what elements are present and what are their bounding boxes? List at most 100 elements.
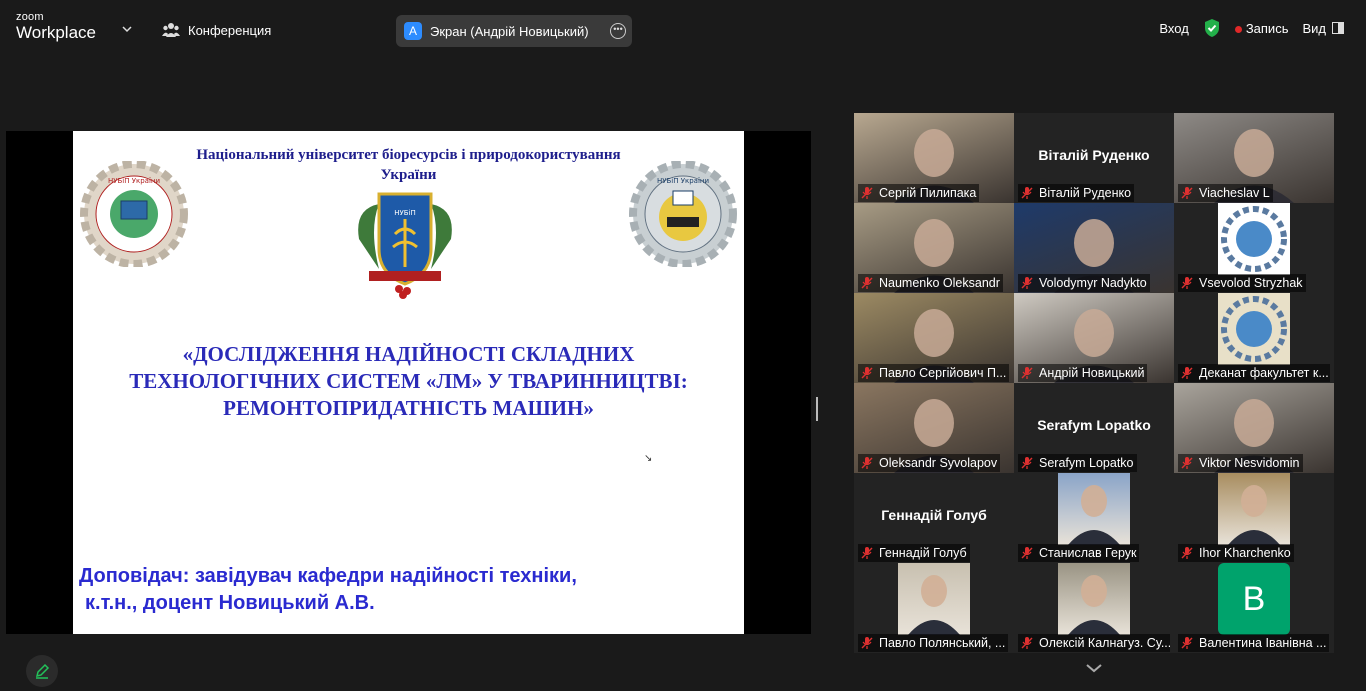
mic-muted-icon (860, 636, 879, 650)
shield-check-icon[interactable] (1203, 18, 1221, 38)
slide-title: «ДОСЛІДЖЕННЯ НАДІЙНОСТІ СКЛАДНИХ ТЕХНОЛО… (93, 341, 724, 422)
participant-tile[interactable]: Павло Полянський, ... (854, 563, 1014, 653)
participant-name: Деканат факультет к... (1199, 366, 1329, 380)
people-icon (162, 23, 180, 37)
participant-name-label: Viacheslav L (1178, 184, 1273, 202)
view-button[interactable]: Вид (1302, 21, 1344, 36)
mic-muted-icon (860, 456, 879, 470)
more-options-icon[interactable]: ••• (610, 23, 626, 39)
participant-tile[interactable]: Vsevolod Stryzhak (1174, 203, 1334, 293)
annotate-button[interactable] (26, 655, 58, 687)
zoom-logo: zoom Workplace (16, 11, 96, 42)
presentation-slide: Національний університет біоресурсів і п… (73, 131, 744, 634)
participant-name-label: Деканат факультет к... (1178, 364, 1330, 382)
chevron-down-icon[interactable] (1084, 662, 1104, 674)
screen-share-indicator[interactable]: A Экран (Андрій Новицький) ••• (396, 15, 632, 47)
participant-name: Геннадій Голуб (879, 546, 967, 560)
participant-avatar (1058, 563, 1130, 635)
participant-name-label: Naumenko Oleksandr (858, 274, 1003, 292)
participant-tile[interactable]: Олексій Калнагуз. Су... (1014, 563, 1174, 653)
participant-tile[interactable]: Павло Сергійович П... (854, 293, 1014, 383)
participant-name: Сергій Пилипака (879, 186, 977, 200)
mic-muted-icon (1020, 456, 1039, 470)
participant-name: Станислав Герук (1039, 546, 1137, 560)
mic-muted-icon (1020, 546, 1039, 560)
top-right-controls: Вход Запись Вид (1159, 18, 1344, 38)
participant-name: Віталій Руденко (1039, 186, 1132, 200)
mic-muted-icon (1180, 636, 1199, 650)
participant-name: Ihor Kharchenko (1199, 546, 1291, 560)
slide-title-line: РЕМОНТОПРИДАТНІСТЬ МАШИН» (223, 396, 594, 420)
top-toolbar: zoom Workplace Конференция A Экран (Андр… (0, 0, 1366, 52)
pencil-icon (35, 663, 50, 679)
participant-tile[interactable]: Serafym Lopatko Serafym Lopatko (1014, 383, 1174, 473)
mic-muted-icon (1180, 276, 1199, 290)
participant-display-name: Віталій Руденко (1038, 147, 1150, 163)
shared-screen-area: Національний університет біоресурсів і п… (6, 131, 811, 634)
participant-tile[interactable]: Геннадій Голуб Геннадій Голуб (854, 473, 1014, 563)
mic-muted-icon (1180, 546, 1199, 560)
participant-name: Павло Сергійович П... (879, 366, 1007, 380)
participant-gallery: Сергій Пилипака Віталій Руденко Віталій Ру… (854, 113, 1334, 653)
participant-display-name: Геннадій Голуб (881, 507, 987, 523)
participant-tile[interactable]: Viacheslav L (1174, 113, 1334, 203)
participant-tile[interactable]: Деканат факультет к... (1174, 293, 1334, 383)
participant-name-label: Serafym Lopatko (1018, 454, 1137, 472)
chevron-down-icon[interactable] (122, 24, 132, 34)
participant-tile[interactable]: Oleksandr Syvolapov (854, 383, 1014, 473)
signin-button[interactable]: Вход (1159, 21, 1188, 36)
participant-tile[interactable]: Ihor Kharchenko (1174, 473, 1334, 563)
mic-muted-icon (860, 546, 879, 560)
participant-name: Павло Полянський, ... (879, 636, 1006, 650)
share-label: Экран (Андрій Новицький) (430, 23, 589, 39)
mic-muted-icon (1180, 456, 1199, 470)
participant-tile[interactable]: Сергій Пилипака (854, 113, 1014, 203)
record-dot-icon (1234, 25, 1242, 33)
mouse-cursor-icon: ↘ (644, 453, 653, 464)
panel-resize-handle[interactable] (816, 397, 818, 421)
participant-name-label: Ihor Kharchenko (1178, 544, 1294, 562)
participant-name: Vsevolod Stryzhak (1199, 276, 1303, 290)
participant-name-label: Геннадій Голуб (858, 544, 970, 562)
slide-title-line: «ДОСЛІДЖЕННЯ НАДІЙНОСТІ СКЛАДНИХ (182, 342, 635, 366)
mic-muted-icon (1180, 366, 1199, 380)
participant-tile[interactable]: Viktor Nesvidomin (1174, 383, 1334, 473)
participant-name: Олексій Калнагуз. Су... (1039, 636, 1170, 650)
mic-muted-icon (860, 366, 879, 380)
speaker-line2: к.т.н., доцент Новицький А.В. (85, 592, 375, 614)
record-button[interactable]: Запись (1234, 20, 1289, 36)
grid-view-icon (1332, 22, 1344, 34)
university-coat-of-arms: НУБіП (358, 192, 452, 299)
participant-tile[interactable]: Volodymyr Nadykto (1014, 203, 1174, 293)
participant-name: Андрій Новицький (1039, 366, 1145, 380)
right-emblem-text: НУБіП України (657, 177, 709, 185)
logo-line1: zoom (16, 11, 44, 23)
participant-avatar (1218, 473, 1290, 545)
participant-tile[interactable]: Naumenko Oleksandr (854, 203, 1014, 293)
mic-muted-icon (1020, 186, 1039, 200)
participant-avatar (1218, 293, 1290, 365)
participant-tile[interactable]: Андрій Новицький (1014, 293, 1174, 383)
faculty-gear-logo: НУБіП України (80, 161, 188, 267)
participant-tile[interactable]: Станислав Герук (1014, 473, 1174, 563)
department-gear-logo: НУБіП України (629, 161, 737, 267)
mic-muted-icon (860, 186, 879, 200)
participant-name: Naumenko Oleksandr (879, 276, 1000, 290)
left-emblem-text: НУБіП України (108, 177, 160, 185)
participant-tile[interactable]: Віталій Руденко Віталій Руденко (1014, 113, 1174, 203)
mic-muted-icon (1180, 186, 1199, 200)
record-label: Запись (1245, 20, 1289, 36)
participant-name-label: Андрій Новицький (1018, 364, 1148, 382)
participant-name: Volodymyr Nadykto (1039, 276, 1147, 290)
participant-name-label: Oleksandr Syvolapov (858, 454, 1001, 472)
participant-name: Валентина Іванівна ... (1199, 636, 1327, 650)
participant-name: Viacheslav L (1199, 186, 1270, 200)
participant-tile[interactable]: B Валентина Іванівна ... (1174, 563, 1334, 653)
participant-name-label: Віталій Руденко (1018, 184, 1135, 202)
participant-name: Viktor Nesvidomin (1199, 456, 1300, 470)
participant-name-label: Олексій Калнагуз. Су... (1018, 634, 1170, 652)
speaker-line1: Доповідач: завідувач кафедри надійності … (79, 565, 577, 587)
participant-name-label: Павло Полянський, ... (858, 634, 1009, 652)
meeting-info-button[interactable]: Конференция (162, 18, 271, 42)
participant-name-label: Валентина Іванівна ... (1178, 634, 1330, 652)
